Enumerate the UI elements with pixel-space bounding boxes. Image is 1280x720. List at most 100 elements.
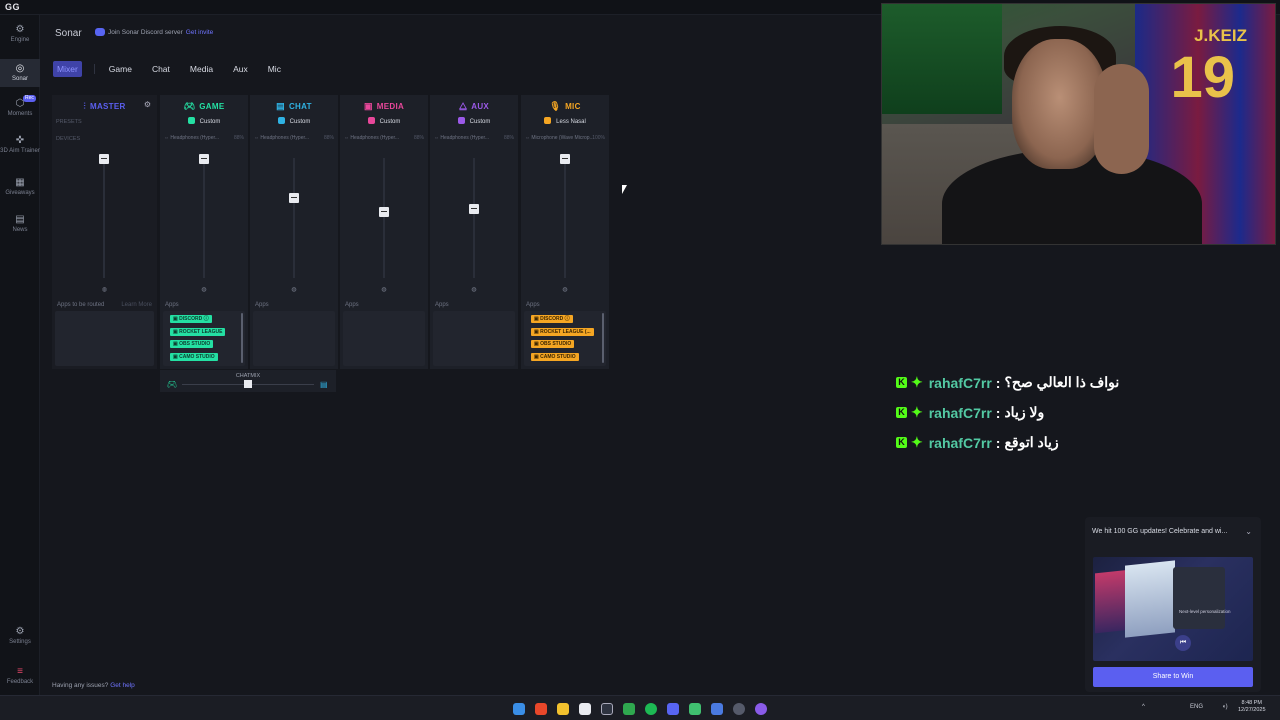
feedback-icon: ≡: [17, 666, 23, 677]
chevron-down-icon[interactable]: ⌄: [1245, 527, 1252, 536]
chatmix-label: CHATMIX: [235, 373, 261, 379]
chat-username: rahafC7rr: [928, 374, 992, 391]
volume-track[interactable]: [473, 158, 475, 278]
tray-chevron-icon[interactable]: ^: [1142, 704, 1145, 710]
rail-item-aim-trainer[interactable]: ✜ 3D Aim Trainer: [0, 136, 40, 155]
volume-knob[interactable]: [469, 203, 479, 214]
rail-item-settings[interactable]: ⚙ Settings: [0, 627, 40, 646]
tab-media[interactable]: Media: [190, 61, 213, 77]
discord-taskbar-icon[interactable]: [667, 703, 679, 715]
brave-browser-icon[interactable]: [535, 703, 547, 715]
volume-track[interactable]: [564, 158, 566, 278]
info-icon: ⓘ: [203, 316, 209, 322]
language-indicator[interactable]: ENG: [1190, 704, 1203, 710]
volume-icon[interactable]: ◖): [1222, 704, 1228, 710]
channel-title: ⧋ AUX: [458, 101, 490, 111]
output-device[interactable]: ⇔ Headphones (Hyper... 88%: [164, 135, 244, 141]
preset-icon: [277, 117, 285, 124]
app-icon[interactable]: [689, 703, 701, 715]
app-chip[interactable]: ▣ ROCKET LEAGUE (...: [531, 327, 594, 336]
speaker-icon[interactable]: ◍: [521, 286, 609, 293]
share-to-win-button[interactable]: Share to Win: [1093, 667, 1253, 687]
windows-start-icon[interactable]: [513, 703, 525, 715]
aim-trainer-icon: ✜: [15, 135, 25, 146]
file-explorer-icon[interactable]: [557, 703, 569, 715]
preset-selector[interactable]: Custom: [160, 117, 248, 125]
sparkle-icon: ✦: [911, 404, 923, 420]
get-help-link[interactable]: Get help: [110, 682, 135, 689]
mixer-column-game: 🎮︎ GAME Custom ⇔ Headphones (Hyper... 88% ◍ Ap…: [160, 95, 248, 369]
output-device[interactable]: ⇔ Headphones (Hyper... 88%: [344, 135, 424, 141]
master-volume-track[interactable]: [103, 158, 105, 278]
speaker-icon[interactable]: ◍: [52, 286, 157, 293]
speaker-icon[interactable]: ◍: [160, 286, 248, 293]
app-chip[interactable]: ▣ OBS STUDIO: [531, 340, 575, 348]
rail-item-giveaways[interactable]: ▦ Giveaways: [0, 178, 40, 197]
volume-knob[interactable]: [379, 206, 389, 217]
app-chip[interactable]: ▣ ROCKET LEAGUE: [170, 327, 226, 336]
app-chip[interactable]: ▣ DISCORD ⓘ: [531, 315, 573, 323]
app-logo: GG: [5, 2, 21, 12]
store-icon[interactable]: [579, 703, 591, 715]
channel-title: ▣ MEDIA: [363, 101, 405, 111]
tab-mixer[interactable]: Mixer: [53, 61, 82, 77]
master-settings-icon[interactable]: ⚙: [144, 100, 151, 109]
camo-icon[interactable]: [755, 703, 767, 715]
volume-track[interactable]: [293, 158, 295, 278]
rail-item-moments[interactable]: Rec ⬡ Moments: [0, 95, 40, 118]
channel-icon: 🎮︎: [183, 101, 196, 111]
xbox-icon[interactable]: [623, 703, 635, 715]
output-device[interactable]: ⇔ Headphones (Hyper... 88%: [434, 135, 514, 141]
apps-to-route-label: Apps to be routed: [57, 302, 105, 308]
master-sliders-icon: ⫶: [83, 101, 86, 111]
preset-selector[interactable]: Custom: [340, 117, 428, 125]
output-device[interactable]: ⇔ Microphone (Wave Microp... 100%: [525, 135, 605, 141]
chatmix-knob[interactable]: [244, 380, 252, 388]
jersey-name: J.KEIZ: [1194, 26, 1247, 45]
speaker-icon[interactable]: ◍: [340, 286, 428, 293]
tab-game[interactable]: Game: [109, 61, 132, 77]
volume-track[interactable]: [203, 158, 205, 278]
learn-more-link[interactable]: Learn More: [121, 302, 152, 308]
volume-knob[interactable]: [289, 192, 299, 203]
tab-chat[interactable]: Chat: [152, 61, 170, 77]
app-chip[interactable]: ▣ DISCORD ⓘ: [170, 315, 212, 323]
steelseries-gg-icon[interactable]: [601, 703, 613, 715]
preset-selector[interactable]: Less Nasal: [521, 117, 609, 125]
volume-knob[interactable]: [199, 154, 209, 164]
obs-studio-icon[interactable]: [733, 703, 745, 715]
apps-box: [253, 311, 335, 366]
taskbar-clock[interactable]: 8:48 PM 12/27/2025: [1238, 700, 1266, 714]
promo-notification: We hit 100 GG updates! Celebrate and wi.…: [1085, 517, 1261, 692]
app-chip[interactable]: ▣ CAMO STUDIO: [531, 352, 579, 361]
apps-label: Apps: [165, 302, 179, 308]
kick-icon: K: [896, 407, 907, 418]
app-chip[interactable]: ▣ OBS STUDIO: [170, 340, 214, 348]
apps-scrollbar[interactable]: [241, 313, 243, 363]
flag-background: [882, 4, 1002, 114]
output-device[interactable]: ⇔ Headphones (Hyper... 88%: [254, 135, 334, 141]
volume-track[interactable]: [383, 158, 385, 278]
discord-banner[interactable]: Join Sonar Discord server Get invite: [95, 28, 213, 36]
preset-selector[interactable]: Custom: [250, 117, 338, 125]
speaker-icon[interactable]: ◍: [250, 286, 338, 293]
sonar-icon: ◎: [15, 63, 25, 74]
tab-mic[interactable]: Mic: [268, 61, 281, 77]
spotify-icon[interactable]: [645, 703, 657, 715]
preset-selector[interactable]: Custom: [430, 117, 518, 125]
help-text: Having any issues?: [52, 682, 109, 689]
rail-item-news[interactable]: ▤ News: [0, 215, 40, 234]
tab-aux[interactable]: Aux: [233, 61, 248, 77]
channel-title: 🎙︎ MIC: [549, 101, 581, 111]
master-volume-knob[interactable]: [99, 154, 109, 164]
speaker-icon[interactable]: ◍: [430, 286, 518, 293]
apps-scrollbar[interactable]: [602, 313, 604, 363]
volume-knob[interactable]: [560, 154, 570, 164]
rail-item-engine[interactable]: ⚙ Engine: [0, 25, 40, 44]
discord-invite-link[interactable]: Get invite: [186, 29, 213, 36]
rail-item-feedback[interactable]: ≡ Feedback: [0, 667, 40, 686]
rocket-league-icon[interactable]: [711, 703, 723, 715]
app-chip[interactable]: ▣ CAMO STUDIO: [170, 352, 218, 361]
rewind-icon[interactable]: ⏮: [1175, 635, 1191, 651]
rail-item-sonar[interactable]: ◎ Sonar: [0, 59, 40, 87]
